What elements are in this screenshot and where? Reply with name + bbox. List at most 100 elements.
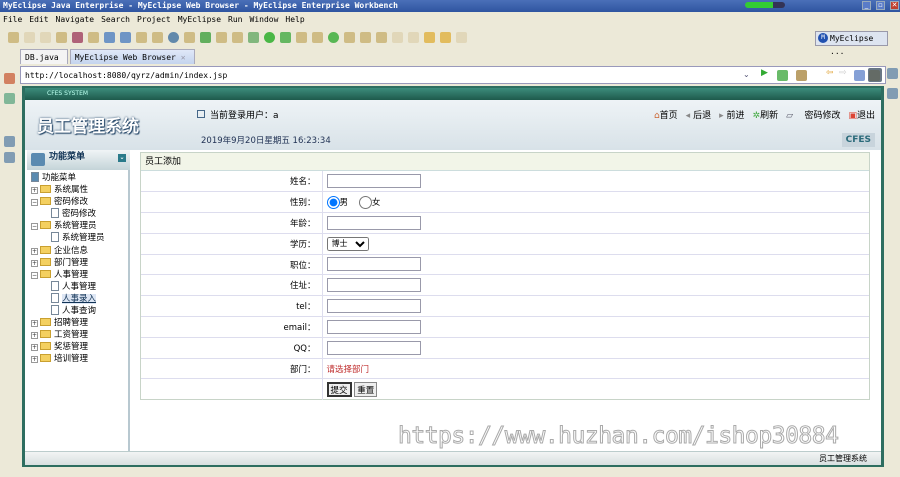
radio-male[interactable] — [326, 195, 340, 209]
restore-view-icon[interactable] — [887, 68, 898, 79]
next-annotation-icon[interactable] — [392, 32, 403, 43]
hierarchy-icon[interactable] — [4, 73, 15, 84]
expand-icon[interactable]: + — [31, 320, 38, 328]
tools-icon[interactable] — [796, 70, 807, 81]
pin-icon[interactable] — [360, 32, 371, 43]
wizard-icon[interactable] — [152, 32, 163, 43]
tree-folder[interactable]: + 系统属性 — [31, 184, 105, 196]
create-icon[interactable] — [328, 32, 339, 43]
open-folder-icon[interactable] — [376, 32, 387, 43]
tree-root[interactable]: 功能菜单 — [31, 172, 105, 184]
package-icon[interactable] — [72, 32, 83, 43]
view-icon[interactable] — [4, 136, 15, 147]
back-icon[interactable] — [424, 32, 435, 43]
tel-input[interactable] — [326, 298, 421, 313]
name-input[interactable] — [326, 173, 421, 188]
last-edit-icon[interactable] — [456, 32, 467, 43]
menu-run[interactable]: Run — [228, 12, 242, 27]
tree-leaf[interactable]: 人事管理 — [31, 280, 105, 293]
qq-input[interactable] — [326, 340, 421, 355]
submit-button[interactable]: 提交 — [326, 381, 352, 397]
db-icon[interactable] — [136, 32, 147, 43]
java-class-icon[interactable] — [296, 32, 307, 43]
menu-window[interactable]: Window — [250, 12, 279, 27]
new-icon[interactable] — [8, 32, 19, 43]
refresh-icon[interactable] — [200, 32, 211, 43]
tree-folder[interactable]: + 培训管理 — [31, 353, 105, 365]
tree-folder[interactable]: − 密码修改 — [31, 196, 105, 208]
tree-leaf[interactable]: 系统管理员 — [31, 232, 105, 244]
url-input[interactable] — [23, 68, 741, 82]
gender-female-radio[interactable]: 女 — [358, 195, 380, 209]
nav-forward[interactable]: ▸ 前进 — [719, 108, 744, 121]
radio-female[interactable] — [358, 195, 372, 209]
tool-icon[interactable] — [232, 32, 243, 43]
collapse-icon[interactable]: − — [31, 199, 38, 207]
tree-folder[interactable]: + 奖惩管理 — [31, 341, 105, 353]
expand-icon[interactable]: + — [31, 247, 38, 255]
tab-web-browser[interactable]: MyEclipse Web Browser ✕ — [69, 49, 195, 64]
tree-folder[interactable]: + 招聘管理 — [31, 317, 105, 329]
position-input[interactable] — [326, 257, 421, 272]
perspective-button[interactable]: MyEclipse ... — [815, 31, 888, 56]
email-input[interactable] — [326, 319, 421, 334]
tree-folder[interactable]: + 工资管理 — [31, 329, 105, 341]
image-icon[interactable] — [216, 32, 227, 43]
menu-help[interactable]: Help — [285, 12, 304, 27]
collapse-icon[interactable]: − — [31, 271, 38, 279]
user-icon[interactable] — [104, 32, 115, 43]
globe-icon[interactable] — [168, 32, 179, 43]
gender-male-radio[interactable]: 男 — [326, 195, 348, 209]
tree-leaf[interactable]: 人事查询 — [31, 305, 105, 317]
deploy-icon[interactable] — [56, 32, 67, 43]
close-button[interactable]: ✕ — [890, 1, 899, 10]
view2-icon[interactable] — [4, 152, 15, 163]
edit-icon[interactable] — [184, 32, 195, 43]
expand-icon[interactable]: + — [31, 356, 38, 364]
expand-icon[interactable]: + — [31, 344, 38, 352]
tree-folder[interactable]: + 部门管理 — [31, 257, 105, 269]
forward-icon[interactable] — [440, 32, 451, 43]
dept-hint[interactable]: 请选择部门 — [322, 358, 869, 380]
java-package-icon[interactable] — [312, 32, 323, 43]
debug-icon[interactable] — [248, 32, 259, 43]
nav-home[interactable]: ⌂首页 — [654, 108, 678, 121]
back-arrow-icon[interactable]: ⇦ — [826, 68, 834, 78]
tree-folder[interactable]: + 企业信息 — [31, 245, 105, 257]
tree-folder[interactable]: − 人事管理 — [31, 269, 105, 281]
age-input[interactable] — [326, 215, 421, 230]
collapse-icon[interactable]: − — [31, 223, 38, 231]
menu-edit[interactable]: Edit — [29, 12, 48, 27]
menu-file[interactable]: File — [3, 12, 22, 27]
menu-project[interactable]: Project — [137, 12, 171, 27]
menu-search[interactable]: Search — [101, 12, 130, 27]
close-tab-icon[interactable]: ✕ — [181, 53, 186, 62]
education-select[interactable]: 博士 — [326, 236, 369, 251]
tab-db-java[interactable]: DB.java — [20, 49, 68, 64]
user2-icon[interactable] — [120, 32, 131, 43]
prev-annotation-icon[interactable] — [408, 32, 419, 43]
settings-icon[interactable] — [777, 70, 788, 81]
expand-icon[interactable]: + — [31, 187, 38, 195]
address-input[interactable] — [326, 278, 421, 293]
reset-button[interactable]: 重置 — [354, 382, 378, 398]
url-dropdown-icon[interactable]: ⌄ — [743, 70, 750, 79]
nav-refresh[interactable]: ✲刷新 — [753, 108, 779, 121]
expand-icon[interactable]: + — [31, 332, 38, 340]
server-icon[interactable] — [88, 32, 99, 43]
print-icon[interactable] — [40, 32, 51, 43]
minimize-button[interactable]: _ — [862, 1, 871, 10]
stop-icon[interactable] — [854, 70, 865, 81]
forward-arrow-icon[interactable]: ⇨ — [839, 68, 847, 78]
tree-leaf[interactable]: 人事录入 — [31, 292, 105, 305]
nav-logout[interactable]: ▣退出 — [848, 108, 875, 121]
restore-button[interactable]: ▫ — [876, 1, 885, 10]
open-type-icon[interactable] — [344, 32, 355, 43]
outline-icon[interactable] — [4, 93, 15, 104]
outline-view-icon[interactable] — [887, 88, 898, 99]
external-tools-icon[interactable] — [280, 32, 291, 43]
menu-navigate[interactable]: Navigate — [56, 12, 95, 27]
nav-back[interactable]: ◂ 后退 — [686, 108, 711, 121]
menu-myeclipse[interactable]: MyEclipse — [178, 12, 221, 27]
save-icon[interactable] — [24, 32, 35, 43]
